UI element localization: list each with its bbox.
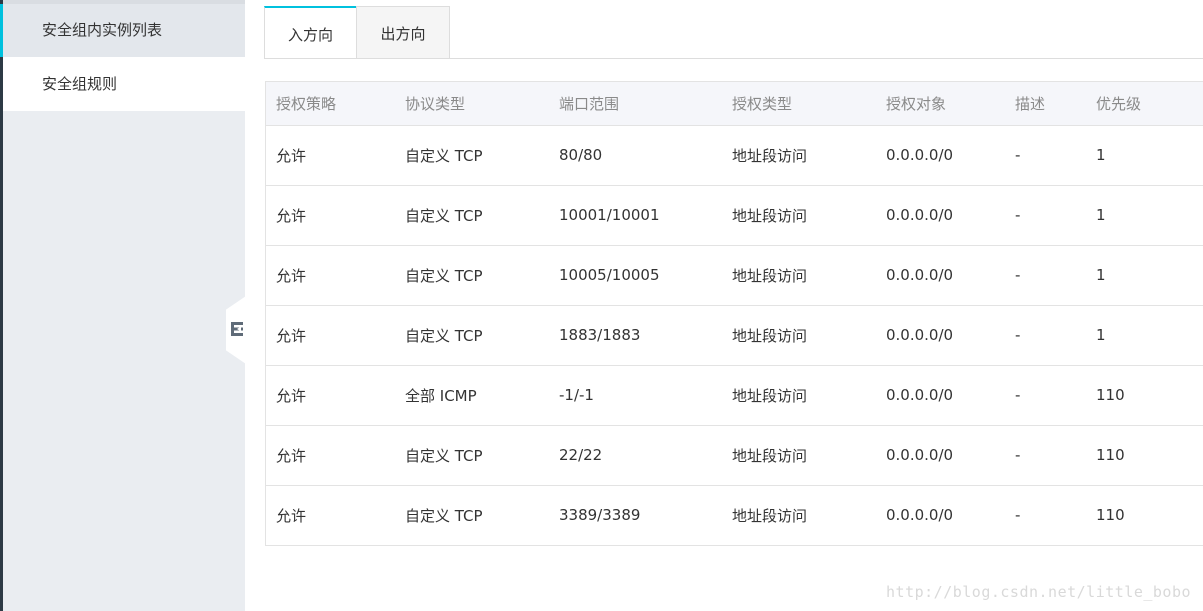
cell-auth-object: 0.0.0.0/0: [886, 506, 954, 525]
cell-priority: 110: [1096, 506, 1125, 525]
table-row: 允许 自定义 TCP 10005/10005 地址段访问 0.0.0.0/0 -…: [266, 245, 1203, 306]
cell-auth-type: 地址段访问: [732, 506, 808, 525]
table-row: 允许 自定义 TCP 80/80 地址段访问 0.0.0.0/0 - 1: [266, 125, 1203, 186]
cell-protocol: 全部 ICMP: [395, 365, 549, 426]
app-window: 安全组内实例列表 安全组规则 入方向 出方向 授权策略 协议类型 端口范围 授权…: [0, 0, 1203, 611]
watermark: http://blog.csdn.net/little_bobo: [886, 583, 1191, 601]
cell-auth-object: 0.0.0.0/0: [876, 425, 1005, 486]
cell-description: -: [1005, 125, 1086, 186]
cell-protocol: 自定义 TCP: [395, 245, 549, 306]
cell-auth-type: 地址段访问: [722, 425, 876, 486]
tab-outbound[interactable]: 出方向: [356, 6, 450, 58]
column-header-policy[interactable]: 授权策略: [266, 82, 395, 126]
column-header-port-range[interactable]: 端口范围: [549, 82, 722, 126]
cell-port-range: 3389/3389: [559, 506, 641, 525]
cell-port-range: -1/-1: [549, 365, 722, 426]
cell-auth-object: 0.0.0.0/0: [876, 125, 1005, 186]
sidebar-item-label: 安全组规则: [42, 75, 118, 93]
sidebar-item-label: 安全组内实例列表: [42, 21, 163, 39]
cell-port-range: 10005/10005: [549, 245, 722, 306]
cell-policy: 允许: [266, 365, 395, 426]
cell-auth-object: 0.0.0.0/0: [876, 305, 1005, 366]
cell-policy: 允许: [266, 305, 395, 366]
sidebar-item-security-group-rules[interactable]: 安全组规则: [3, 57, 245, 111]
column-header-description[interactable]: 描述: [1005, 82, 1086, 126]
table-header-row: 授权策略 协议类型 端口范围 授权类型 授权对象 描述 优先级: [266, 82, 1203, 126]
cell-port-range: 1883/1883: [549, 305, 722, 366]
table-row: 允许 全部 ICMP -1/-1 地址段访问 0.0.0.0/0 - 110: [266, 365, 1203, 426]
column-header-protocol[interactable]: 协议类型: [395, 82, 549, 126]
cell-priority: 110: [1086, 425, 1203, 486]
cell-port-range: 10001/10001: [549, 185, 722, 246]
cell-priority: 110: [1086, 365, 1203, 426]
cell-priority: 1: [1086, 305, 1203, 366]
cell-port-range: 80/80: [549, 125, 722, 186]
table-row: 允许 自定义 TCP 3389/3389 地址段访问 0.0.0.0/0 - 1…: [266, 485, 1203, 545]
cell-auth-type: 地址段访问: [722, 245, 876, 306]
cell-priority: 1: [1086, 125, 1203, 186]
cell-auth-type: 地址段访问: [722, 185, 876, 246]
sidebar-item-instance-list[interactable]: 安全组内实例列表: [0, 4, 245, 57]
cell-priority: 1: [1086, 185, 1203, 246]
cell-auth-type: 地址段访问: [722, 125, 876, 186]
cell-auth-type: 地址段访问: [722, 365, 876, 426]
cell-protocol: 自定义 TCP: [405, 506, 483, 525]
cell-auth-type: 地址段访问: [722, 305, 876, 366]
column-header-auth-object[interactable]: 授权对象: [876, 82, 1005, 126]
rules-table-container: 授权策略 协议类型 端口范围 授权类型 授权对象 描述 优先级 允许 自定义 T…: [265, 81, 1203, 546]
cell-description: -: [1005, 305, 1086, 366]
cell-priority: 1: [1086, 245, 1203, 306]
cell-policy: 允许: [276, 506, 307, 525]
cell-description: -: [1015, 506, 1021, 525]
cell-description: -: [1005, 185, 1086, 246]
cell-auth-object: 0.0.0.0/0: [876, 185, 1005, 246]
table-row: 允许 自定义 TCP 22/22 地址段访问 0.0.0.0/0 - 110: [266, 425, 1203, 486]
cell-protocol: 自定义 TCP: [395, 425, 549, 486]
security-group-rules-table: 授权策略 协议类型 端口范围 授权类型 授权对象 描述 优先级 允许 自定义 T…: [266, 82, 1203, 545]
cell-port-range: 22/22: [549, 425, 722, 486]
cell-description: -: [1005, 245, 1086, 306]
cell-auth-object: 0.0.0.0/0: [876, 245, 1005, 306]
cell-protocol: 自定义 TCP: [395, 185, 549, 246]
collapse-sidebar-icon: [231, 322, 243, 336]
cell-policy: 允许: [266, 245, 395, 306]
table-row: 允许 自定义 TCP 10001/10001 地址段访问 0.0.0.0/0 -…: [266, 185, 1203, 246]
cell-description: -: [1005, 425, 1086, 486]
tab-inbound[interactable]: 入方向: [264, 6, 357, 59]
sidebar: 安全组内实例列表 安全组规则: [0, 0, 245, 611]
cell-policy: 允许: [266, 185, 395, 246]
cell-auth-object: 0.0.0.0/0: [876, 365, 1005, 426]
sidebar-active-accent: [0, 4, 3, 57]
cell-protocol: 自定义 TCP: [395, 125, 549, 186]
cell-policy: 允许: [266, 425, 395, 486]
cell-description: -: [1005, 365, 1086, 426]
cell-policy: 允许: [266, 125, 395, 186]
tabs-divider: [264, 58, 1203, 59]
table-row: 允许 自定义 TCP 1883/1883 地址段访问 0.0.0.0/0 - 1: [266, 305, 1203, 366]
column-header-auth-type[interactable]: 授权类型: [722, 82, 876, 126]
column-header-priority[interactable]: 优先级: [1086, 82, 1203, 126]
cell-protocol: 自定义 TCP: [395, 305, 549, 366]
